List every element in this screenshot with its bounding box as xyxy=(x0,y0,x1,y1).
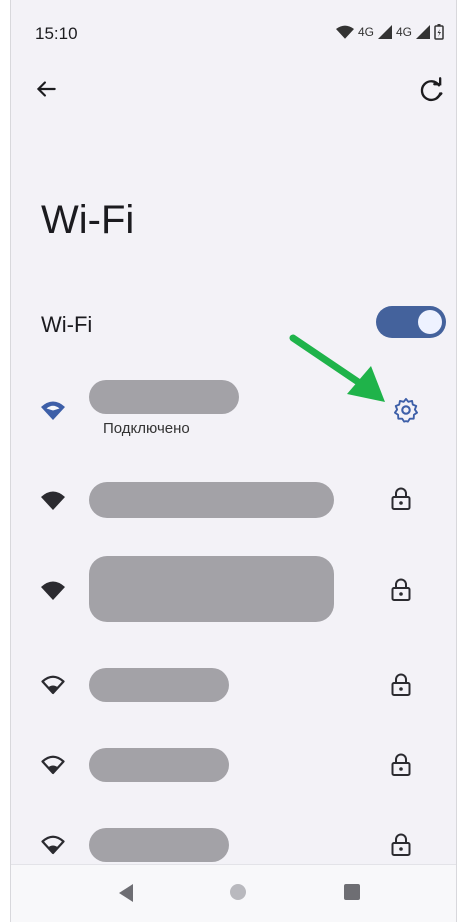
wifi-outline-icon xyxy=(41,755,65,775)
network-item[interactable] xyxy=(11,668,456,702)
phone-screen: 15:10 4G 4G Wi-Fi Wi-Fi Подключено xyxy=(10,0,457,922)
navigation-bar xyxy=(11,864,456,922)
page-title: Wi-Fi xyxy=(41,198,135,242)
triangle-back-icon[interactable] xyxy=(117,883,135,903)
wifi-toggle-label: Wi-Fi xyxy=(41,312,93,337)
network-name-redacted xyxy=(89,482,334,518)
network-name-redacted xyxy=(89,380,239,414)
network-name-redacted xyxy=(89,748,229,782)
square-recents-icon[interactable] xyxy=(343,883,361,901)
lock-icon xyxy=(391,833,411,856)
network-type-2: 4G xyxy=(395,25,412,39)
wifi-full-icon xyxy=(41,581,65,600)
lock-icon xyxy=(391,487,411,510)
wifi-status-icon xyxy=(335,25,354,39)
status-icons: 4G 4G xyxy=(335,24,444,40)
lock-icon xyxy=(391,578,411,601)
network-item[interactable] xyxy=(11,748,456,782)
signal-icon xyxy=(377,25,392,39)
lock-icon xyxy=(391,753,411,776)
network-name-redacted xyxy=(89,668,229,702)
network-name-redacted xyxy=(89,556,334,622)
wifi-switch-knob xyxy=(418,310,442,334)
refresh-icon[interactable] xyxy=(418,76,446,104)
network-status: Подключено xyxy=(103,420,190,437)
wifi-outline-icon xyxy=(41,675,65,695)
status-bar: 15:10 4G 4G xyxy=(11,0,456,60)
network-item[interactable] xyxy=(11,482,456,518)
wifi-full-blue-icon xyxy=(41,401,65,420)
lock-icon xyxy=(391,673,411,696)
network-name-redacted xyxy=(89,828,229,862)
arrow-back-icon[interactable] xyxy=(33,76,59,102)
annotation-arrow xyxy=(289,334,385,402)
circle-home-icon[interactable] xyxy=(229,883,247,901)
signal-icon xyxy=(416,25,430,39)
wifi-full-icon xyxy=(41,491,65,510)
wifi-outline-icon xyxy=(41,835,65,855)
status-time: 15:10 xyxy=(35,24,78,43)
battery-icon xyxy=(434,24,444,40)
network-item[interactable] xyxy=(11,556,456,622)
network-type-1: 4G xyxy=(357,25,374,39)
gear-icon[interactable] xyxy=(392,396,420,424)
network-item[interactable] xyxy=(11,828,456,862)
